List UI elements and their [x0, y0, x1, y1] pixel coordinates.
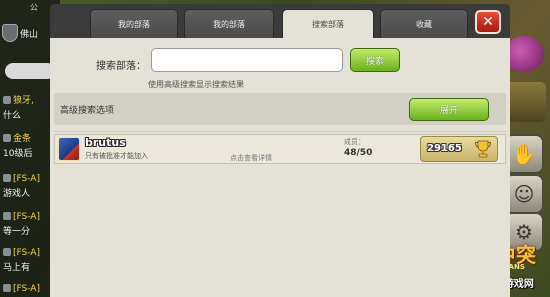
clan-type: 点击查看详情: [230, 154, 272, 162]
clan-badge-icon: [2, 24, 18, 42]
clan-result-row[interactable]: brutus 只有被批准才能加入 点击查看详情 成员： 48/50 29165: [54, 134, 506, 164]
chat-message: [FS-A]: [3, 246, 57, 260]
expand-advanced-button[interactable]: 展开: [409, 98, 489, 121]
clan-badge-icon: [3, 248, 11, 256]
trophy-count: 29165: [427, 143, 462, 154]
search-button[interactable]: 搜索: [350, 48, 400, 72]
trophy-icon: [474, 140, 492, 158]
divider: [54, 131, 506, 132]
clan-badge-icon: [3, 96, 11, 104]
advanced-search-label: 高级搜索选项: [60, 106, 115, 116]
clan-badge-icon: [58, 137, 80, 161]
clan-badge-icon: [3, 174, 11, 182]
chat-clan-name: 佛山: [20, 29, 39, 40]
tab-my-clan-2[interactable]: 我的部落: [184, 9, 274, 38]
chat-message: 马上有: [3, 263, 31, 273]
chat-clan-row[interactable]: 佛山: [2, 20, 56, 46]
tab-my-clan[interactable]: 我的部落: [90, 9, 178, 38]
advanced-search-row: 高级搜索选项 展开: [54, 93, 506, 125]
chat-top-label: 公: [30, 3, 38, 12]
tab-search-clans[interactable]: 搜索部落: [282, 9, 374, 39]
chat-message: [FS-A]: [3, 210, 57, 224]
clan-name: brutus: [85, 136, 126, 149]
clan-description: 只有被批准才能加入: [85, 152, 148, 160]
search-hint: 使用高级搜索显示搜索结果: [148, 80, 244, 89]
clan-search-dialog: 我的部落 我的部落 搜索部落 收藏 ✕ 搜索部落： 搜索 使用高级搜索显示搜索结…: [50, 4, 510, 297]
search-label: 搜索部落：: [96, 61, 146, 72]
chat-message: 10级后: [3, 149, 33, 159]
tab-bar: 我的部落 我的部落 搜索部落 收藏 ✕: [50, 4, 510, 39]
chat-message: 等一分: [3, 227, 31, 237]
clan-badge-icon: [3, 212, 11, 220]
chat-message: [FS-A]: [3, 282, 57, 296]
dialog-body: 搜索部落： 搜索 使用高级搜索显示搜索结果 高级搜索选项 展开 brutus 只…: [50, 38, 510, 297]
close-button[interactable]: ✕: [475, 10, 501, 34]
gem-icon[interactable]: [504, 36, 544, 72]
chat-message: 什么: [3, 111, 22, 121]
trophy-box: 29165: [420, 136, 498, 162]
tab-bookmarks[interactable]: 收藏: [380, 9, 468, 38]
clan-badge-icon: [3, 134, 11, 142]
hand-icon[interactable]: ✋: [504, 134, 544, 174]
chat-message: 狼牙,: [3, 94, 57, 108]
close-icon: ✕: [482, 14, 494, 30]
search-input[interactable]: [151, 48, 343, 72]
members-label: 成员：: [344, 138, 365, 146]
chat-message: 游戏人: [3, 189, 31, 199]
chat-message: 金条: [3, 132, 57, 146]
clan-badge-icon: [3, 284, 11, 292]
members-count: 48/50: [344, 148, 373, 158]
chat-message: [FS-A]: [3, 172, 57, 186]
troop-icon[interactable]: ☺: [504, 174, 544, 214]
chat-input[interactable]: [5, 63, 55, 79]
